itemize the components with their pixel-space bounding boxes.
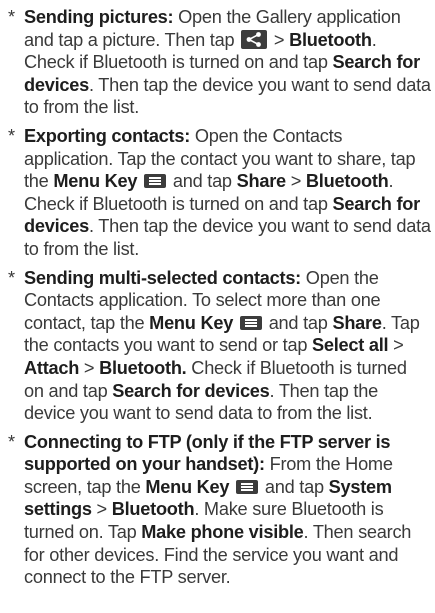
item-bold: Make phone visible [141,522,304,543]
item-text: and tap [168,171,237,192]
menu-key-icon [239,315,262,330]
bullet-star: * [8,431,15,452]
item-bold: Share [332,312,382,333]
item-text: > [269,29,290,50]
item-text: > [388,335,404,356]
item-bold: Menu Key [53,171,138,192]
item-bold: Search for devices [112,380,270,401]
item-text: > [285,171,306,192]
item-bold: Menu Key [149,312,234,333]
item-bold: Select all [312,335,389,356]
menu-key-icon [144,174,167,189]
item-text: > [91,499,112,520]
list-item-sending-multi-selected-contacts: * Sending multi-selected contacts: Open … [4,267,431,425]
item-bold: Share [236,171,287,192]
list-item-sending-pictures: * Sending pictures: Open the Gallery app… [4,6,431,119]
share-icon [241,29,268,49]
item-bold: Bluetooth [111,499,195,520]
item-title: Sending pictures: [24,7,174,27]
menu-key-icon [236,479,259,494]
bullet-star: * [8,7,15,27]
bullet-star: * [8,267,15,288]
item-bold: Bluetooth [305,171,389,192]
item-text: and tap [260,476,329,497]
item-title: Exporting contacts: [24,125,191,146]
bullet-star: * [8,125,15,146]
item-title: Sending multi-selected contacts: [24,267,301,288]
list-item-exporting-contacts: * Exporting contacts: Open the Contacts … [4,125,431,261]
item-bold: Bluetooth [289,29,372,50]
item-bold: Attach [24,357,80,378]
item-text: and tap [263,312,333,333]
bluetooth-instructions-list: * Sending pictures: Open the Gallery app… [4,6,431,589]
item-bold: Menu Key [145,476,230,497]
item-text: > [79,357,100,378]
item-bold: Bluetooth. [99,357,187,378]
list-item-connecting-to-ftp: * Connecting to FTP (only if the FTP ser… [4,431,431,589]
manual-page: * Sending pictures: Open the Gallery app… [0,0,435,613]
